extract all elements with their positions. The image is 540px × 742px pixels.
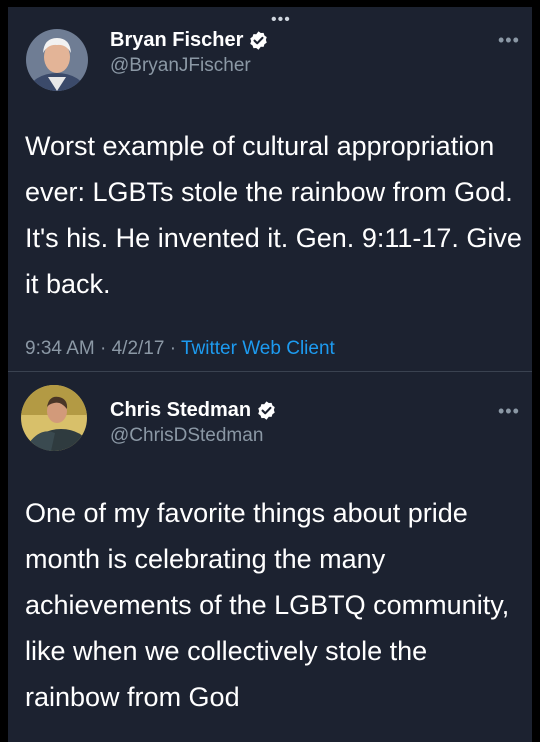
meta-separator: · (169, 338, 177, 359)
author-handle[interactable]: @BryanJFischer (110, 55, 251, 77)
avatar[interactable] (21, 385, 87, 451)
author-row: Chris Stedman (110, 399, 277, 422)
author-row: Bryan Fischer (110, 29, 269, 52)
tweet-time[interactable]: 9:34 AM (25, 338, 95, 359)
author-name[interactable]: Chris Stedman (110, 399, 251, 422)
avatar[interactable] (26, 29, 88, 91)
author-handle[interactable]: @ChrisDStedman (110, 425, 263, 447)
tweet-meta: 9:34 AM · 4/2/17 · Twitter Web Client (25, 338, 335, 360)
verified-badge-icon (258, 401, 275, 420)
tweet-date[interactable]: 4/2/17 (112, 338, 165, 359)
verified-badge-icon (250, 31, 268, 50)
tweet-text: One of my favorite things about pride mo… (25, 498, 510, 712)
screen: ••• Bryan Fischer @BryanJFischer ••• Wor… (8, 7, 532, 742)
more-options-icon[interactable]: ••• (498, 402, 520, 420)
tweet-card[interactable]: Bryan Fischer @BryanJFischer ••• Worst e… (8, 7, 532, 372)
more-options-icon[interactable]: ••• (498, 31, 520, 49)
author-name[interactable]: Bryan Fischer (110, 29, 243, 52)
tweet-card[interactable]: Chris Stedman @ChrisDStedman ••• One of … (8, 372, 532, 742)
tweet-client-link[interactable]: Twitter Web Client (181, 338, 335, 359)
avatar-image (21, 385, 87, 451)
meta-separator: · (100, 338, 107, 359)
tweet-text: Worst example of cultural appropriation … (25, 131, 522, 299)
avatar-image (26, 29, 88, 91)
